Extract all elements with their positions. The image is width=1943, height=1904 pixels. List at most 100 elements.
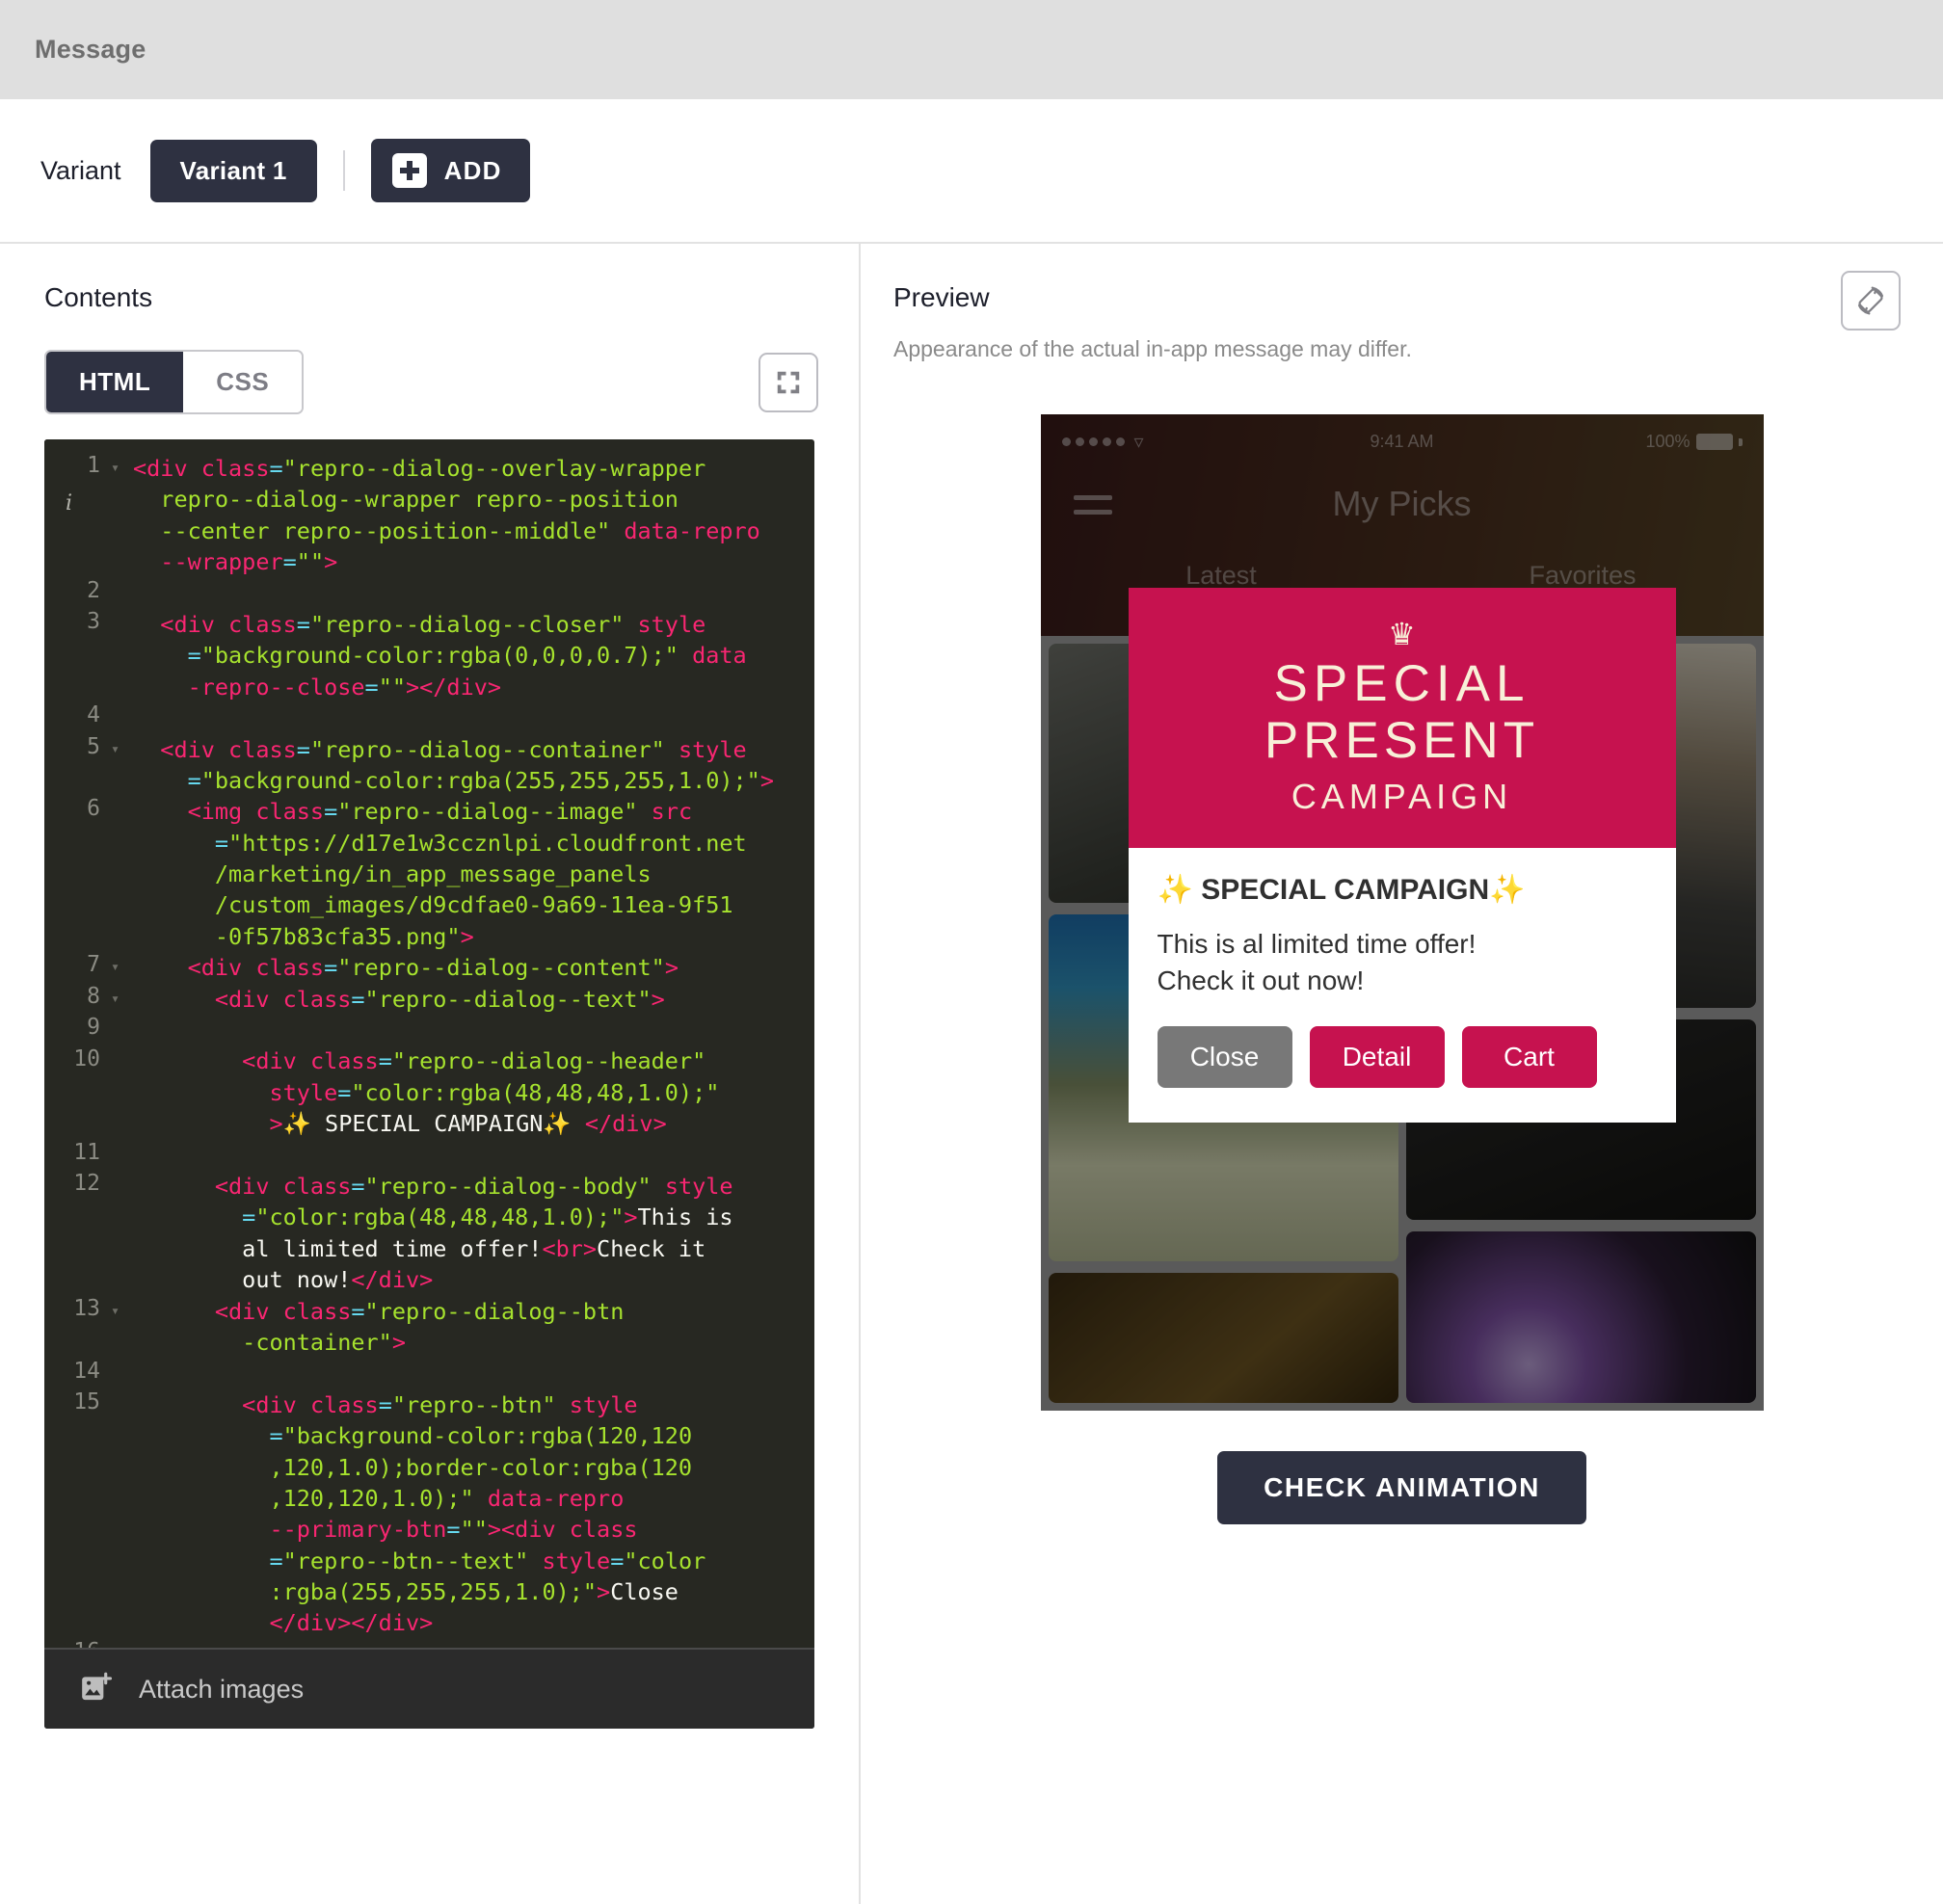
code-line [133,1639,814,1648]
dialog-header: ✨ SPECIAL CAMPAIGN✨ [1158,873,1647,907]
contents-pane: Contents HTML CSS i 1▾2345▾67▾8▾91011121… [0,244,861,1904]
dialog-banner-image: ♛ SPECIAL PRESENT CAMPAIGN [1129,588,1676,848]
fold-arrow-icon[interactable]: ▾ [111,459,120,476]
code-line: repro--dialog--wrapper repro--position [133,484,814,515]
preview-pane: Preview Appearance of the actual in-app … [861,244,1943,1904]
code-line: ="background-color:rgba(120,120 [133,1420,814,1451]
fold-arrow-icon[interactable]: ▾ [111,740,120,757]
preview-title: Preview [893,282,1412,313]
code-line: --primary-btn=""><div class [133,1514,814,1545]
rotate-device-icon[interactable] [1841,271,1901,331]
line-number: 6 [87,796,100,821]
code-line: <div class="repro--dialog--body" style [133,1171,814,1202]
line-number: 16 [73,1639,100,1648]
tab-css[interactable]: CSS [183,352,302,412]
line-number: 10 [73,1046,100,1071]
banner-line-3: CAMPAIGN [1291,777,1512,817]
dialog-body-line-1: This is al limited time offer! [1158,926,1647,963]
code-line: <div class="repro--dialog--header" [133,1045,814,1076]
variant-toolbar: Variant Variant 1 ADD [0,99,1943,242]
line-number: 14 [73,1359,100,1384]
fold-arrow-icon[interactable]: ▾ [111,1302,120,1319]
banner-line-1: SPECIAL [1274,655,1530,712]
code-line: ,120,1.0);border-color:rgba(120 [133,1452,814,1483]
preview-header: Preview Appearance of the actual in-app … [861,282,1943,362]
page-title: Message [35,35,146,65]
code-editor[interactable]: i 1▾2345▾67▾8▾910111213▾141516171819 <di… [44,439,814,1729]
plus-icon [392,153,427,188]
variant-1-tab[interactable]: Variant 1 [150,140,317,202]
code-line: ="background-color:rgba(0,0,0,0.7);" dat… [133,640,814,671]
add-variant-button[interactable]: ADD [371,139,530,202]
code-editor-viewport[interactable]: i 1▾2345▾67▾8▾910111213▾141516171819 <di… [44,439,814,1648]
code-line: <div class="repro--dialog--btn [133,1296,814,1327]
contents-title: Contents [0,282,859,313]
code-content[interactable]: <div class="repro--dialog--overlay-wrapp… [133,439,814,1648]
code-line: >✨ SPECIAL CAMPAIGN✨ </div> [133,1108,814,1139]
fold-arrow-icon[interactable]: ▾ [111,958,120,975]
code-line: </div></div> [133,1607,814,1638]
line-number: 13 [73,1296,100,1321]
code-line: <div class="repro--dialog--closer" style [133,609,814,640]
code-language-switch: HTML CSS [44,350,304,414]
dialog-body-line-2: Check it out now! [1158,963,1647,999]
code-line: ="color:rgba(48,48,48,1.0);">This is [133,1202,814,1232]
code-line: -container"> [133,1327,814,1358]
code-line: style="color:rgba(48,48,48,1.0);" [133,1077,814,1108]
line-number: 11 [73,1140,100,1165]
line-number: 7 [87,952,100,977]
line-number: 2 [87,578,100,603]
code-line: ="background-color:rgba(255,255,255,1.0)… [133,765,814,796]
line-number: 1 [87,453,100,478]
in-app-message-dialog: ♛ SPECIAL PRESENT CAMPAIGN ✨ SPECIAL CAM… [1129,588,1676,1123]
code-line: <div class="repro--dialog--content"> [133,952,814,983]
code-line: out now!</div> [133,1264,814,1295]
dialog-close-button[interactable]: Close [1158,1026,1292,1088]
tab-html[interactable]: HTML [46,352,183,412]
toolbar-divider [343,150,345,191]
code-line: <img class="repro--dialog--image" src [133,796,814,827]
code-line: /custom_images/d9cdfae0-9a69-11ea-9f51 [133,889,814,920]
line-number: 8 [87,984,100,1009]
dialog-content: ✨ SPECIAL CAMPAIGN✨ This is al limited t… [1129,848,1676,1123]
banner-line-2: PRESENT [1264,712,1539,769]
code-line: :rgba(255,255,255,1.0);">Close [133,1576,814,1607]
code-line: al limited time offer!<br>Check it [133,1233,814,1264]
check-animation-button[interactable]: CHECK ANIMATION [1217,1451,1586,1524]
code-line: /marketing/in_app_message_panels [133,859,814,889]
preview-device-wrap: ★ #sl ★ #beach ••• [861,414,1943,1524]
code-line [133,578,814,609]
code-line [133,702,814,733]
code-line: <div class="repro--dialog--text"> [133,984,814,1015]
code-line: ,120,120,1.0);" data-repro [133,1483,814,1514]
attach-images-button[interactable]: Attach images [44,1648,814,1729]
fullscreen-icon[interactable] [759,353,818,412]
dialog-cart-button[interactable]: Cart [1462,1026,1597,1088]
line-number: 12 [73,1171,100,1196]
page-header: Message [0,0,1943,99]
phone-preview: ★ #sl ★ #beach ••• [1041,414,1764,1411]
code-line: <div class="repro--dialog--container" st… [133,734,814,765]
fold-arrow-icon[interactable]: ▾ [111,990,120,1007]
line-number-gutter: i 1▾2345▾67▾8▾910111213▾141516171819 [44,439,133,1648]
code-line: ="https://d17e1w3ccznlpi.cloudfront.net [133,828,814,859]
variant-label: Variant [40,156,121,186]
code-line: <div class="repro--btn" style [133,1389,814,1420]
add-variant-label: ADD [444,156,502,186]
code-line: -0f57b83cfa35.png"> [133,921,814,952]
code-line [133,1358,814,1388]
preview-subtitle: Appearance of the actual in-app message … [893,336,1412,362]
crown-icon: ♛ [1388,619,1416,649]
dialog-button-row: Close Detail Cart [1158,1026,1647,1088]
info-icon: i [66,491,72,516]
image-add-icon [79,1671,116,1707]
line-number: 9 [87,1015,100,1040]
code-line: <div class="repro--dialog--overlay-wrapp… [133,453,814,484]
code-line: -repro--close=""></div> [133,672,814,702]
editor-toolbar: HTML CSS [0,350,859,414]
line-number: 4 [87,702,100,727]
main-content: Contents HTML CSS i 1▾2345▾67▾8▾91011121… [0,242,1943,1904]
dialog-detail-button[interactable]: Detail [1310,1026,1445,1088]
code-line: --wrapper=""> [133,546,814,577]
code-line: --center repro--position--middle" data-r… [133,516,814,546]
